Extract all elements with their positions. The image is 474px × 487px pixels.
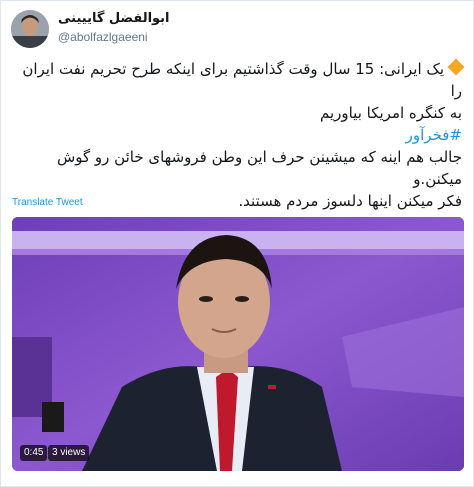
video-player[interactable]: 0:45 3 views: [12, 217, 464, 471]
tweet-line-1-text: یک ایرانی: 15 سال وقت گذاشتیم برای اینکه…: [22, 60, 462, 100]
video-thumbnail: [12, 217, 464, 471]
translate-tweet-link[interactable]: Translate Tweet: [12, 197, 83, 208]
video-views-badge: 3 views: [48, 445, 90, 461]
avatar[interactable]: [11, 10, 49, 48]
tweet-line-1: یک ایرانی: 15 سال وقت گذاشتیم برای اینکه…: [10, 58, 465, 102]
user-handle[interactable]: @abolfazlgaeeni: [58, 30, 148, 44]
video-duration-badge: 0:45: [20, 445, 48, 461]
profile-photo: [11, 10, 49, 48]
orange-diamond-icon: [447, 58, 465, 76]
tweet-line-2: به کنگره امریکا بیاوریم: [319, 104, 462, 122]
tweet-text: یک ایرانی: 15 سال وقت گذاشتیم برای اینکه…: [10, 58, 465, 212]
tweet-hashtag[interactable]: #فخرآور: [10, 124, 462, 146]
tweet-line-3: جالب هم اینه که میشینن حرف این وطن فروشه…: [56, 148, 462, 188]
display-name[interactable]: ابوالفضل گاییینی: [58, 11, 170, 26]
